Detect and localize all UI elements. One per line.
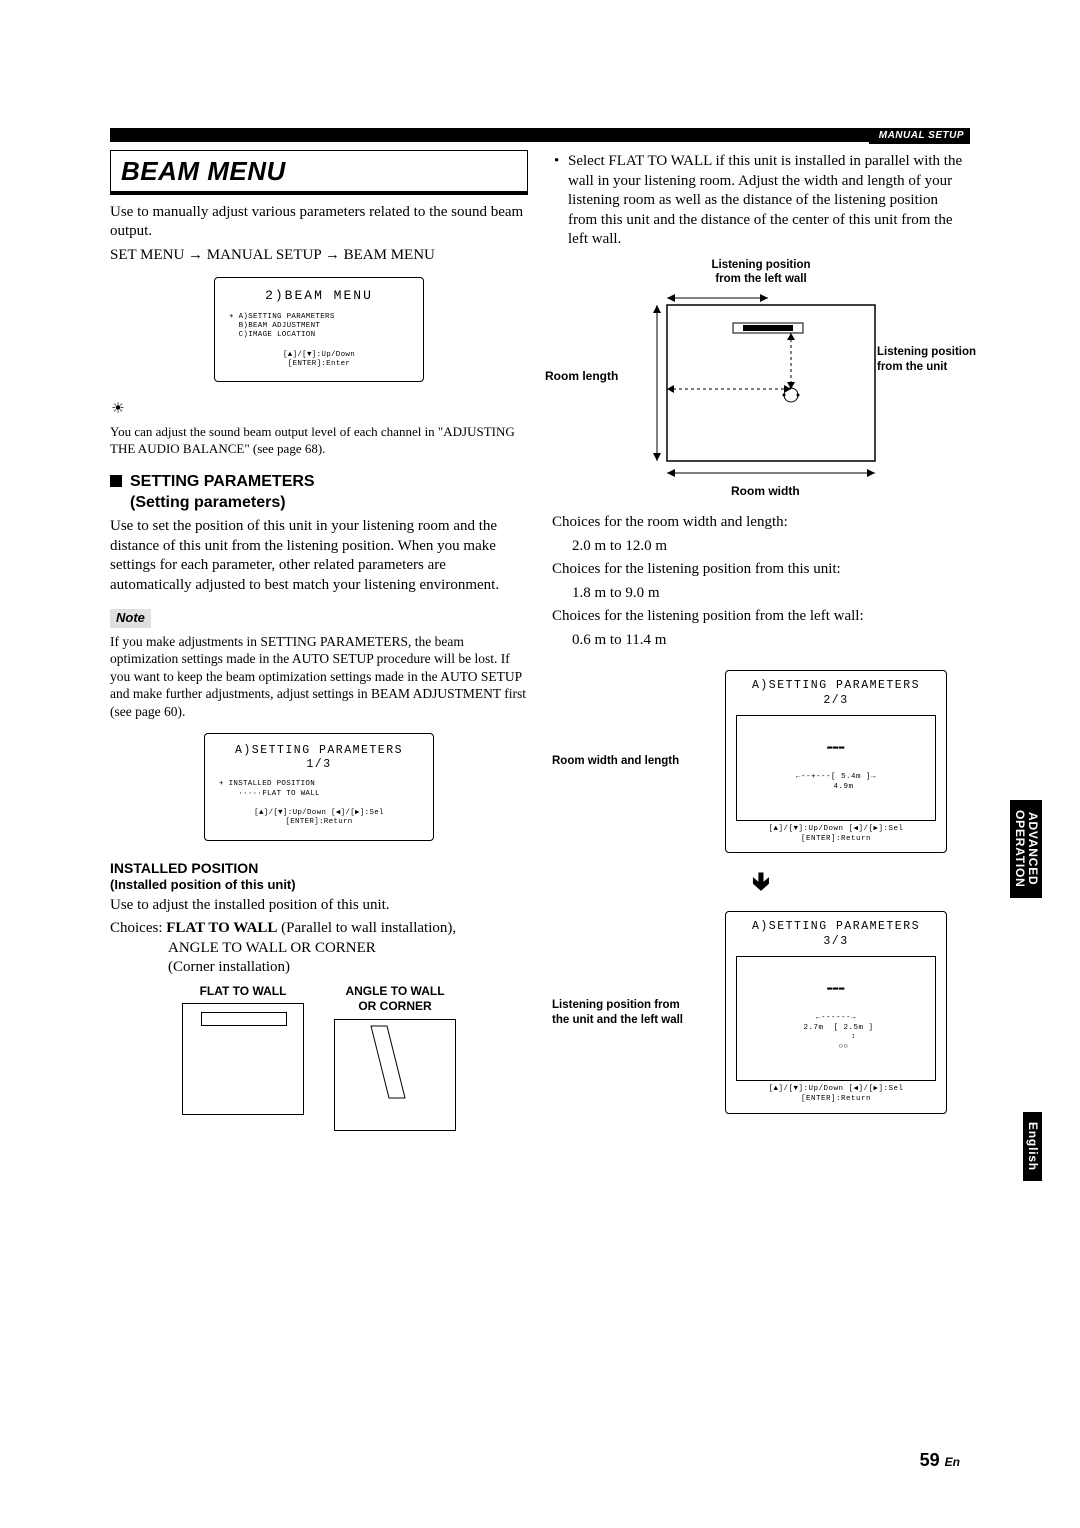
installed-position-body: Use to adjust the installed position of … [110, 896, 528, 916]
osd-body: + INSTALLED POSITION ·····FLAT TO WALL [219, 780, 419, 799]
room-width-label: Room width [731, 484, 800, 500]
osd-foot: [▲]/[▼]:Up/Down [◀]/[▶]:Sel [ENTER]:Retu… [736, 1085, 936, 1105]
room-diagram: Room length Listening position from the … [601, 293, 921, 493]
osd-title: 2)BEAM MENU [229, 288, 409, 304]
note-body: If you make adjustments in SETTING PARAM… [110, 633, 528, 721]
osd-foot: [▲]/[▼]:Up/Down [◀]/[▶]:Sel [ENTER]:Retu… [219, 809, 419, 828]
side-tab-advanced: ADVANCED OPERATION [1010, 800, 1042, 898]
room-length-label: Room length [545, 369, 618, 385]
side-tab-english: English [1023, 1112, 1042, 1181]
note-label: Note [110, 609, 151, 628]
installed-position-subheading: (Installed position of this unit) [110, 877, 528, 894]
choices-lp-wall: Choices for the listening position from … [552, 607, 970, 627]
angle-label-l1: ANGLE TO WALL [334, 984, 456, 1000]
choices-lp-wall-val: 0.6 m to 11.4 m [552, 631, 970, 651]
header-bar [110, 128, 970, 142]
choice-angle: ANGLE TO WALL OR CORNER [168, 939, 528, 959]
flat-to-wall-label: FLAT TO WALL [182, 984, 304, 1000]
tip-text: You can adjust the sound beam output lev… [110, 424, 528, 458]
diag-top-label-l1: Listening position [552, 258, 970, 273]
osd-inner: ▬▬▬ ←------→ 2.7m [ 2.5m ] ↕ ○○ [736, 956, 936, 1081]
choice-flat-to-wall: FLAT TO WALL [166, 920, 277, 936]
choices-lp-unit: Choices for the listening position from … [552, 560, 970, 580]
osd-inner-text: ←--+---[ 5.4m ]→ 4.9m [741, 773, 931, 793]
osd-foot: [▲]/[▼]:Up/Down [ENTER]:Enter [229, 351, 409, 370]
choices-room: Choices for the room width and length: [552, 513, 970, 533]
soundbar-icon [201, 1012, 287, 1026]
heading-line2: (Setting parameters) [130, 494, 286, 511]
intro-text: Use to manually adjust various parameter… [110, 203, 528, 242]
tip-icon: ☀ [110, 400, 126, 420]
page-lang: En [945, 1455, 960, 1469]
osd-title: A)SETTING PARAMETERS 3/3 [736, 920, 936, 950]
heading-line1: SETTING PARAMETERS [130, 473, 315, 490]
nav-path: SET MENU → MANUAL SETUP → BEAM MENU [110, 246, 528, 266]
choices-label: Choices: [110, 920, 163, 936]
choices-lp-unit-val: 1.8 m to 9.0 m [552, 584, 970, 604]
lp-unit-label-l2: from the unit [877, 360, 987, 375]
choices-line: Choices: FLAT TO WALL (Parallel to wall … [110, 919, 528, 939]
flat-to-wall-bullet: Select FLAT TO WALL if this unit is inst… [552, 152, 970, 250]
osd-foot: [▲]/[▼]:Up/Down [◀]/[▶]:Sel [ENTER]:Retu… [736, 825, 936, 845]
square-bullet-icon [110, 475, 122, 487]
osd-inner-text: ←------→ 2.7m [ 2.5m ] ↕ ○○ [741, 1014, 931, 1053]
down-arrow-icon: 🢃 [552, 865, 970, 899]
osd-body: + A)SETTING PARAMETERS B)BEAM ADJUSTMENT… [229, 313, 409, 341]
osd-setting-params-2: A)SETTING PARAMETERS 2/3 ▬▬▬ ←--+---[ 5.… [725, 670, 947, 853]
lp-from-unit-wall-label: Listening position from the unit and the… [552, 998, 692, 1028]
flat-to-wall-diagram [182, 1003, 304, 1115]
angle-svg-icon [335, 1020, 455, 1130]
tab-advanced-l1: ADVANCED [1026, 812, 1040, 886]
osd-inner: ▬▬▬ ←--+---[ 5.4m ]→ 4.9m [736, 715, 936, 821]
angle-to-wall-diagram [334, 1019, 456, 1131]
osd-setting-params-3: A)SETTING PARAMETERS 3/3 ▬▬▬ ←------→ 2.… [725, 911, 947, 1114]
choice-flat-rest: (Parallel to wall installation), [277, 920, 456, 936]
diag-top-label-l2: from the left wall [552, 272, 970, 287]
osd-beam-menu: 2)BEAM MENU + A)SETTING PARAMETERS B)BEA… [214, 277, 424, 382]
page-num: 59 [920, 1450, 940, 1470]
room-width-length-label: Room width and length [552, 754, 692, 769]
tab-advanced-l2: OPERATION [1013, 810, 1027, 888]
setting-parameters-body: Use to set the position of this unit in … [110, 517, 528, 595]
section-title: BEAM MENU [110, 150, 528, 195]
setting-parameters-heading: SETTING PARAMETERS (Setting parameters) [110, 472, 528, 514]
installed-position-heading: INSTALLED POSITION [110, 859, 528, 877]
osd-title: A)SETTING PARAMETERS 1/3 [219, 744, 419, 773]
page-number: 59 En [920, 1449, 960, 1472]
angle-label-l2: OR CORNER [334, 999, 456, 1015]
choices-room-val: 2.0 m to 12.0 m [552, 537, 970, 557]
tab-english-label: English [1023, 1112, 1042, 1181]
header-section-label: MANUAL SETUP [869, 128, 970, 144]
choice-corner: (Corner installation) [168, 958, 528, 978]
osd-title: A)SETTING PARAMETERS 2/3 [736, 679, 936, 709]
lp-unit-label-l1: Listening position [877, 345, 987, 360]
osd-setting-params-1: A)SETTING PARAMETERS 1/3 + INSTALLED POS… [204, 733, 434, 841]
